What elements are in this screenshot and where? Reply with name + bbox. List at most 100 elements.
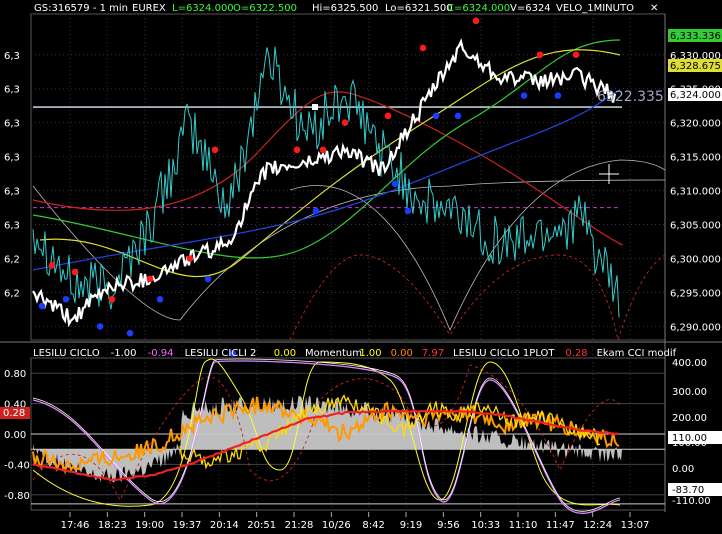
time-label-2: 19:00 bbox=[135, 520, 164, 531]
high-dot-12 bbox=[536, 51, 544, 59]
price-right-tick-2: 6,320.000 bbox=[670, 119, 721, 130]
time-label-14: 12:24 bbox=[583, 520, 612, 531]
tag-yellow: 6,328.675 bbox=[670, 61, 721, 72]
low-dot-8 bbox=[391, 180, 399, 188]
price-right-tick-7: 6,295.000 bbox=[670, 288, 721, 299]
osc-right-tick-1: 300.00 bbox=[672, 387, 707, 398]
low-dot-1 bbox=[62, 295, 70, 303]
low-dot-2 bbox=[96, 323, 104, 330]
osc-left-tick-4: -0.80 bbox=[4, 491, 30, 502]
low-dot-4 bbox=[156, 295, 164, 303]
header-last: L=6324.000 bbox=[172, 3, 234, 14]
time-label-11: 10:33 bbox=[471, 520, 500, 531]
tag-83: -83.70 bbox=[672, 485, 704, 496]
time-label-6: 21:28 bbox=[285, 520, 314, 531]
osc-right-tick-0: 400.00 bbox=[672, 358, 707, 369]
price-right-tick-4: 6,310.000 bbox=[670, 187, 721, 198]
header-high: Hi=6325.500 bbox=[312, 3, 378, 14]
low-dot-11 bbox=[454, 112, 462, 120]
time-label-12: 11:10 bbox=[509, 520, 538, 531]
time-label-3: 19:37 bbox=[173, 520, 202, 531]
trading-chart: GS:316579 - 1 min EUREX L=6324.000 O=632… bbox=[0, 3, 722, 531]
osc-right-tick-4: 0.00 bbox=[672, 464, 694, 475]
high-dot-2 bbox=[108, 295, 116, 303]
osc-legend-item-5: Momentum bbox=[305, 348, 362, 359]
low-dot-9 bbox=[404, 207, 412, 215]
price-left-tick-5: 6,3 bbox=[4, 221, 20, 232]
low-dot-10 bbox=[432, 112, 440, 120]
osc-left-ticks: 0.800.400.00-0.40-0.80 bbox=[4, 369, 30, 502]
high-dot-3 bbox=[146, 275, 154, 283]
osc-legend-item-7: 0.00 bbox=[391, 348, 413, 359]
high-dot-7 bbox=[319, 146, 327, 154]
price-right-tick-8: 6,290.000 bbox=[670, 322, 721, 333]
osc-legend-item-3: LESILU CICLI 2 bbox=[185, 348, 257, 359]
price-panel bbox=[30, 13, 666, 341]
high-dot-4 bbox=[186, 255, 194, 262]
high-dot-11 bbox=[472, 17, 480, 25]
osc-legend: LESILU CICLO -1.00 -0.94 LESILU CICLI 2 0.00… bbox=[33, 348, 677, 359]
time-label-15: 13:07 bbox=[621, 520, 650, 531]
price-right-tick-5: 6,305.000 bbox=[670, 221, 721, 232]
high-dot-9 bbox=[384, 112, 392, 120]
header-close: C=6324.000 bbox=[447, 3, 510, 14]
osc-legend-item-8: 7.97 bbox=[422, 348, 444, 359]
osc-left-tick-2: 0.00 bbox=[4, 430, 26, 441]
osc-legend-item-11: Ekam CCI modif bbox=[597, 348, 677, 359]
osc-right-tick-5: -110.00 bbox=[672, 496, 711, 507]
header-volume: V=6324 bbox=[510, 3, 551, 14]
time-label-9: 9:19 bbox=[400, 520, 422, 531]
header-low: Lo=6321.500 bbox=[385, 3, 453, 14]
osc-legend-item-2: -0.94 bbox=[148, 348, 174, 359]
price-right-tick-3: 6,315.000 bbox=[670, 153, 721, 164]
time-label-8: 8:42 bbox=[362, 520, 384, 531]
low-dot-13 bbox=[554, 92, 562, 99]
time-label-7: 10/26 bbox=[322, 520, 351, 531]
osc-legend-item-4: 0.00 bbox=[274, 348, 296, 359]
price-left-tick-1: 6,3 bbox=[4, 85, 20, 96]
osc-left-tick-3: -0.40 bbox=[4, 460, 30, 471]
low-dot-7 bbox=[312, 207, 320, 215]
time-label-10: 9:56 bbox=[437, 520, 459, 531]
high-dot-0 bbox=[48, 261, 56, 269]
header-study: VELO_1MINUTO bbox=[556, 3, 634, 14]
tag-white: 6,324.000 bbox=[670, 90, 721, 101]
marker-price: 6322.335 bbox=[597, 89, 664, 105]
low-dot-3 bbox=[126, 329, 134, 337]
price-left-tick-3: 6,3 bbox=[4, 153, 20, 164]
price-left-tick-4: 6,3 bbox=[4, 187, 20, 198]
low-dot-5 bbox=[204, 275, 212, 283]
osc-legend-item-10: 0.28 bbox=[565, 348, 587, 359]
time-label-0: 17:46 bbox=[61, 520, 90, 531]
osc-left-tick-0: 0.80 bbox=[4, 369, 26, 380]
price-right-tick-6: 6,300.000 bbox=[670, 255, 721, 266]
time-label-4: 20:14 bbox=[210, 520, 239, 531]
current-marker bbox=[312, 104, 318, 111]
time-label-1: 18:23 bbox=[98, 520, 127, 531]
high-dot-1 bbox=[71, 268, 79, 276]
header-exchange: EUREX bbox=[132, 3, 166, 14]
high-dot-5 bbox=[211, 146, 219, 154]
osc-legend-item-9: LESILU CICLO 1PLOT bbox=[453, 348, 555, 359]
high-dot-8 bbox=[341, 119, 349, 126]
low-dot-12 bbox=[520, 92, 528, 99]
time-axis: 17:46 18:23 19:00 19:37 20:14 20:51 21:28 10/26… bbox=[61, 512, 650, 531]
header-open: O=6322.500 bbox=[233, 3, 297, 14]
header-symbol: GS:316579 - 1 min bbox=[34, 3, 128, 14]
tag-110: 110.00 bbox=[672, 433, 707, 444]
price-left-ticks: 6,3 6,3 6,3 6,3 6,3 6,3 6,2 6,2 bbox=[4, 51, 20, 300]
time-label-13: 11:47 bbox=[546, 520, 575, 531]
price-left-tick-6: 6,2 bbox=[4, 255, 20, 266]
price-left-tick-7: 6,2 bbox=[4, 288, 20, 299]
tag-green: 6,333.336 bbox=[670, 31, 721, 42]
low-dot-0 bbox=[38, 302, 46, 310]
high-dot-13 bbox=[572, 51, 580, 59]
close-icon[interactable]: ✕ bbox=[650, 3, 658, 14]
osc-left-tag: 0.28 bbox=[3, 408, 25, 419]
osc-legend-item-6: 1.00 bbox=[359, 348, 381, 359]
osc-legend-item-0: LESILU CICLO bbox=[33, 348, 100, 359]
osc-legend-item-1: -1.00 bbox=[111, 348, 137, 359]
osc-right-tick-2: 200.00 bbox=[672, 413, 707, 424]
price-left-tick-2: 6,3 bbox=[4, 119, 20, 130]
time-label-5: 20:51 bbox=[247, 520, 276, 531]
